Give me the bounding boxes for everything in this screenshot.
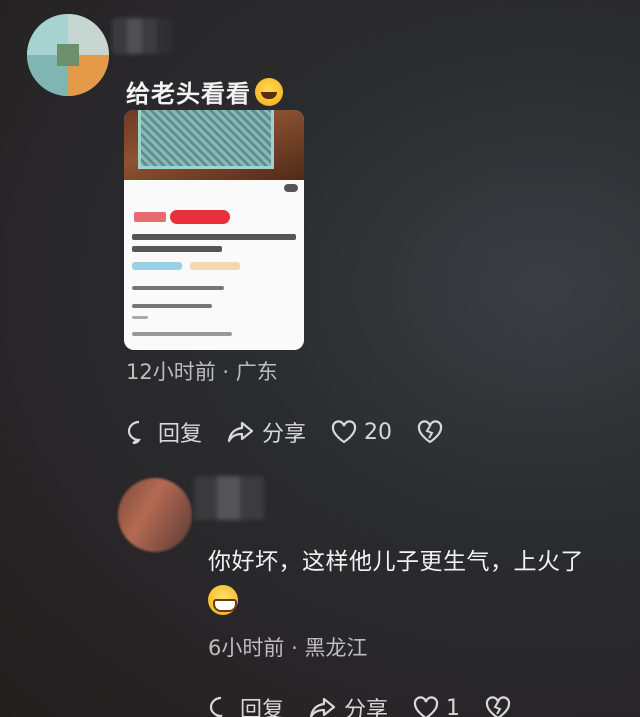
share-arrow-icon (309, 697, 336, 717)
comment-body: 你好坏，这样他儿子更生气，上火了 (208, 549, 584, 575)
broken-heart-icon (417, 420, 443, 444)
like-count: 1 (446, 695, 461, 717)
timestamp: 6小时前 (208, 636, 285, 660)
comment-actions: 回复 分享 1 (208, 692, 542, 717)
avatar[interactable] (118, 478, 192, 552)
meta-separator: · (222, 360, 230, 384)
grinning-emoji-icon (208, 585, 238, 615)
username-blurred[interactable] (112, 18, 172, 54)
broken-heart-icon (485, 696, 511, 717)
like-button[interactable]: 1 (412, 695, 460, 717)
avatar[interactable] (27, 14, 109, 96)
comment-meta: 6小时前 · 黑龙江 (208, 632, 367, 662)
price-original (134, 212, 166, 222)
reply-bubble-icon (209, 696, 223, 717)
comment-body: 给老头看看 (126, 80, 251, 108)
share-arrow-icon (227, 421, 254, 443)
shared-product-card[interactable] (124, 110, 304, 350)
share-label: 分享 (262, 422, 307, 447)
like-button[interactable]: 20 (330, 419, 392, 445)
comment-text: 你好坏，这样他儿子更生气，上火了 (208, 542, 628, 622)
reply-label: 回复 (240, 698, 285, 717)
like-count: 20 (364, 419, 393, 445)
reply-button[interactable]: 回复 (126, 416, 202, 448)
location: 黑龙江 (304, 636, 368, 660)
reply-bubble-icon (127, 420, 141, 445)
comment-actions: 回复 分享 20 (126, 416, 474, 448)
heart-icon (331, 420, 357, 444)
comment-meta: 12小时前 · 广东 (126, 356, 278, 386)
meta-separator: · (291, 636, 298, 660)
timestamp: 12小时前 (126, 360, 216, 384)
comment-text: 给老头看看 (126, 74, 283, 109)
dislike-button[interactable] (484, 695, 518, 717)
share-label: 分享 (344, 698, 389, 717)
card-badge (284, 184, 298, 192)
comment-thread: 给老头看看 12小时前 · 广东 回复 分享 20 你好坏，这样他儿子更生气，上… (0, 0, 640, 717)
dislike-button[interactable] (416, 419, 450, 445)
location: 广东 (235, 360, 278, 384)
price-discount-pill (170, 210, 230, 224)
share-button[interactable]: 分享 (308, 692, 388, 717)
heart-icon (413, 696, 439, 717)
share-button[interactable]: 分享 (226, 416, 306, 448)
reply-label: 回复 (158, 422, 203, 447)
reply-button[interactable]: 回复 (208, 692, 284, 717)
username-blurred[interactable] (194, 476, 264, 520)
laughing-crying-emoji-icon (255, 78, 283, 106)
product-photo (124, 110, 304, 180)
